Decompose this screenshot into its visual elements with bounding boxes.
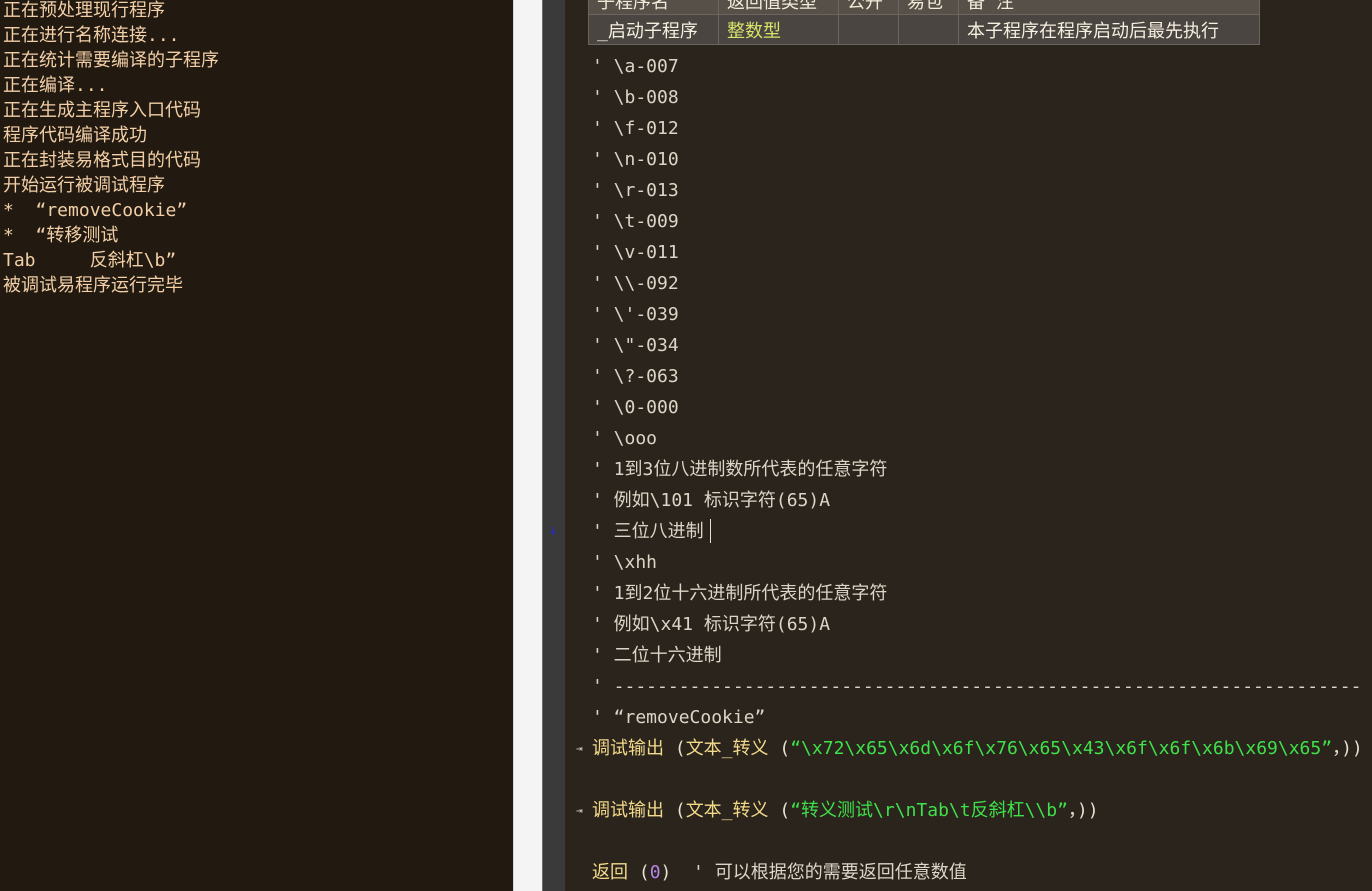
flow-marker-icon: ⇥	[576, 804, 583, 817]
output-line: 程序代码编译成功	[3, 125, 147, 146]
comment-line[interactable]: ' \\-092	[592, 268, 679, 299]
code-editor[interactable]: ' \a-007 ' \b-008 ' \f-012 ' \n-010 ' \r…	[565, 0, 1372, 891]
comment-line[interactable]: ' \a-007	[592, 51, 679, 82]
output-line: 被调试易程序运行完毕	[3, 275, 183, 296]
comment-line[interactable]: ' --------------------------------------…	[592, 671, 1361, 702]
number-literal: 0	[649, 862, 661, 883]
comment-line[interactable]: ' \t-009	[592, 206, 679, 237]
text-caret	[710, 519, 711, 543]
header-cell: 返回值类型	[718, 0, 839, 15]
code-statement[interactable]: 调试输出 (文本_转义 (“\x72\x65\x6d\x6f\x76\x65\x…	[592, 733, 1363, 764]
output-line: Tab 反斜杠\b”	[3, 250, 177, 271]
panel-splitter[interactable]	[513, 0, 542, 891]
output-line: 正在统计需要编译的子程序	[3, 50, 219, 71]
function-name: 文本_转义	[685, 738, 769, 759]
function-name: 文本_转义	[685, 800, 769, 821]
remark-cell[interactable]: 本子程序在程序启动后最先执行	[958, 14, 1260, 45]
comment-line[interactable]: ' \r-013	[592, 175, 679, 206]
comment-line[interactable]: ' \f-012	[592, 113, 679, 144]
code-statement[interactable]: 返回 (0) ' 可以根据您的需要返回任意数值	[592, 857, 967, 888]
subroutine-table[interactable]: 子程序名 返回值类型 公开 易包 备 注 _启动子程序 整数型 本子程序在程序启…	[588, 0, 1260, 45]
output-line: 开始运行被调试程序	[3, 175, 165, 196]
comment-line[interactable]: ' 二位十六进制	[592, 640, 722, 671]
output-line: 正在封装易格式目的代码	[3, 150, 201, 171]
paren: (	[664, 800, 686, 821]
comment-line[interactable]: ' “removeCookie”	[592, 702, 765, 733]
output-panel[interactable]: 正在预处理现行程序 正在进行名称连接... 正在统计需要编译的子程序 正在编译.…	[0, 0, 513, 891]
comment-line[interactable]: ' \b-008	[592, 82, 679, 113]
output-line: * “转移测试	[3, 225, 119, 246]
comment-line[interactable]: ' 例如\101 标识字符(65)A	[592, 485, 830, 516]
editor-gutter[interactable]	[543, 0, 565, 891]
down-arrow-icon[interactable]: ↓	[549, 520, 557, 540]
output-line: 正在进行名称连接...	[3, 25, 180, 46]
comment-line[interactable]: ' \ooo	[592, 423, 657, 454]
comment-line[interactable]: ' \0-000	[592, 392, 679, 423]
paren: ，))	[1332, 738, 1363, 759]
return-type-cell[interactable]: 整数型	[718, 14, 839, 45]
comment-line[interactable]: ' \?-063	[592, 361, 679, 392]
paren: (	[664, 738, 686, 759]
paren: (	[768, 800, 791, 821]
code-statement[interactable]: 调试输出 (文本_转义 (“转义测试\r\nTab\t反斜杠\\b”，))	[592, 795, 1099, 826]
ide-window: 正在预处理现行程序 正在进行名称连接... 正在统计需要编译的子程序 正在编译.…	[0, 0, 1372, 891]
output-line: 正在生成主程序入口代码	[3, 100, 201, 121]
output-line: 正在预处理现行程序	[3, 0, 165, 21]
header-cell: 易包	[898, 0, 959, 15]
output-line: * “removeCookie”	[3, 200, 188, 221]
paren: ，))	[1067, 800, 1099, 821]
comment-line[interactable]: ' \n-010	[592, 144, 679, 175]
package-cell[interactable]	[898, 14, 959, 45]
header-cell: 备 注	[958, 0, 1260, 15]
comment-line[interactable]: ' \xhh	[592, 547, 657, 578]
comment-line[interactable]: ' \"-034	[592, 330, 679, 361]
function-name: 调试输出	[592, 800, 664, 821]
public-cell[interactable]	[838, 14, 899, 45]
comment-line[interactable]: ' 三位八进制	[592, 516, 704, 547]
paren: )	[660, 862, 672, 883]
comment-line[interactable]: ' 1到3位八进制数所代表的任意字符	[592, 454, 887, 485]
keyword: 返回	[592, 862, 628, 883]
table-header-row: 子程序名 返回值类型 公开 易包 备 注	[588, 0, 1260, 15]
paren: (	[768, 738, 791, 759]
comment-line[interactable]: ' \'-039	[592, 299, 679, 330]
inline-comment: ' 可以根据您的需要返回任意数值	[671, 862, 967, 883]
paren: (	[628, 862, 650, 883]
subroutine-name-cell[interactable]: _启动子程序	[588, 14, 719, 45]
comment-line[interactable]: ' 1到2位十六进制所代表的任意字符	[592, 578, 887, 609]
comment-line[interactable]: ' 例如\x41 标识字符(65)A	[592, 609, 830, 640]
flow-marker-icon: ⇥	[576, 742, 583, 755]
header-cell: 公开	[838, 0, 899, 15]
string-literal: “\x72\x65\x6d\x6f\x76\x65\x43\x6f\x6f\x6…	[790, 738, 1333, 759]
comment-line[interactable]: ' \v-011	[592, 237, 679, 268]
header-cell: 子程序名	[588, 0, 719, 15]
output-line: 正在编译...	[3, 75, 108, 96]
string-literal: “转义测试\r\nTab\t反斜杠\\b”	[790, 800, 1068, 821]
function-name: 调试输出	[592, 738, 664, 759]
table-row[interactable]: _启动子程序 整数型 本子程序在程序启动后最先执行	[588, 14, 1260, 45]
